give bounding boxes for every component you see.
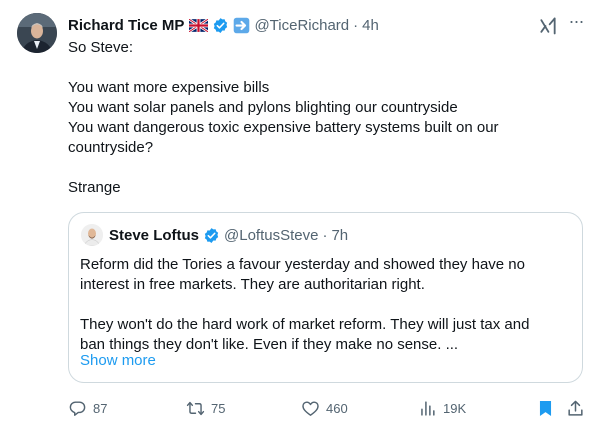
views-count: 19K: [443, 400, 467, 416]
heart-icon: [302, 400, 319, 416]
tweet[interactable]: Richard Tice MP @TiceRichard · 4h ··· So…: [0, 0, 604, 421]
tweet-text-line: You want dangerous toxic expensive batte…: [68, 119, 499, 136]
quoted-text-line: [80, 295, 575, 315]
repost-button[interactable]: 75: [186, 397, 225, 419]
tweet-text: So Steve: You want more expensive bills …: [68, 38, 588, 198]
verified-badge-icon[interactable]: [212, 17, 229, 34]
repost-count: 75: [211, 400, 226, 416]
header-separator: ·: [353, 16, 359, 34]
views-button[interactable]: 19K: [418, 397, 466, 419]
quoted-author-name[interactable]: Steve Loftus: [109, 227, 199, 244]
tweet-text-line: countryside?: [68, 139, 154, 156]
like-button[interactable]: 460: [301, 397, 348, 419]
tweet-text-line: You want more expensive bills: [68, 79, 270, 96]
tweet-text-line: You want solar panels and pylons blighti…: [68, 99, 458, 116]
show-more-link[interactable]: Show more: [80, 352, 156, 369]
tweet-text-line: Strange: [68, 179, 121, 196]
quoted-author-handle[interactable]: @LoftusSteve: [224, 227, 318, 244]
tweet-text-line: So Steve:: [68, 39, 134, 56]
bookmark-icon: [539, 400, 552, 416]
more-options-icon[interactable]: ···: [565, 12, 587, 34]
author-name[interactable]: Richard Tice MP: [68, 17, 184, 34]
share-button[interactable]: [566, 397, 585, 419]
analytics-icon: [421, 400, 435, 416]
verified-badge-icon[interactable]: [203, 227, 220, 244]
quoted-header: Steve Loftus @LoftusSteve · 7h: [109, 225, 348, 245]
share-icon: [568, 400, 583, 416]
author-avatar[interactable]: [17, 13, 57, 53]
tweet-text-line: [68, 58, 588, 78]
tweet-timestamp[interactable]: 4h: [362, 17, 379, 34]
tweet-header: Richard Tice MP @TiceRichard · 4h: [68, 14, 379, 36]
author-handle[interactable]: @TiceRichard: [254, 17, 349, 34]
quoted-author-avatar[interactable]: [81, 224, 103, 246]
quoted-text-line: Reform did the Tories a favour yesterday…: [80, 256, 525, 273]
arrow-emoji-icon: [233, 17, 250, 34]
reply-icon: [69, 400, 86, 416]
quoted-text-line: They won't do the hard work of market re…: [80, 316, 530, 333]
reply-button[interactable]: 87: [68, 397, 107, 419]
tweet-text-line: [68, 158, 588, 178]
grok-icon[interactable]: [538, 16, 558, 36]
bookmark-button[interactable]: [536, 397, 555, 419]
quoted-text: Reform did the Tories a favour yesterday…: [80, 255, 575, 355]
header-separator: ·: [322, 226, 328, 244]
repost-icon: [186, 401, 205, 415]
quoted-text-line: interest in free markets. They are autho…: [80, 276, 425, 293]
quoted-timestamp[interactable]: 7h: [331, 227, 348, 244]
reply-count: 87: [93, 400, 108, 416]
action-bar: 87 75 460 19K: [0, 397, 604, 419]
uk-flag-icon: [188, 17, 210, 33]
quoted-tweet[interactable]: Steve Loftus @LoftusSteve · 7h Reform di…: [68, 212, 583, 383]
like-count: 460: [326, 400, 348, 416]
